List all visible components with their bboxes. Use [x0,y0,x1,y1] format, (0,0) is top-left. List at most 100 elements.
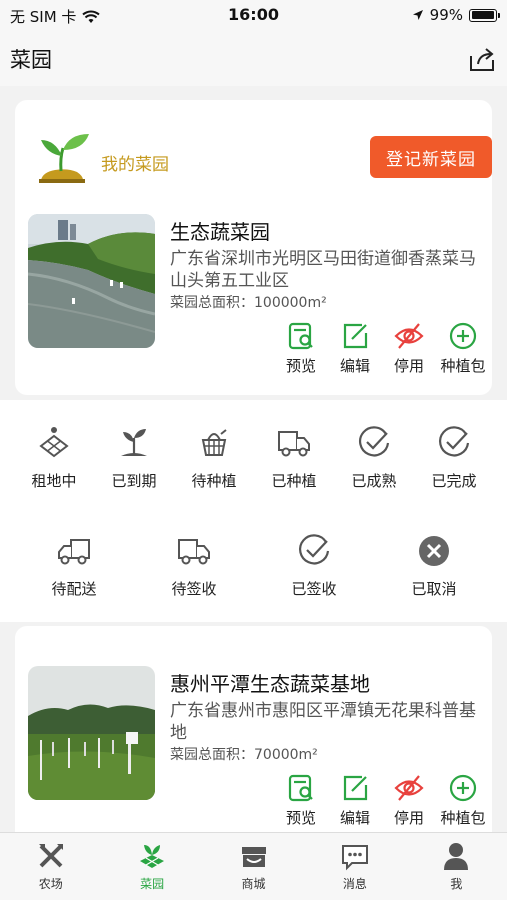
status-cancelled[interactable]: 已取消 [374,532,494,599]
status-ripe[interactable]: 已成熟 [334,424,414,491]
farm-photo-image [28,666,155,800]
status-label: 待种植 [191,472,237,490]
nav-bar: 菜园 [0,30,507,86]
garden-card: 我的菜园 登记新菜园 生态蔬菜园 广东省深圳市光明区马田街道御香蒸菜马山头第五工… [15,100,492,395]
battery-fill [471,11,495,19]
farm-tools-icon [38,844,63,868]
tab-label: 商城 [241,877,266,891]
planting-package-label: 种植包 [440,357,486,375]
status-label: 已签收 [291,580,337,598]
tab-label: 消息 [342,877,367,891]
solar-panel-icon [39,427,69,458]
tab-me[interactable]: 我 [406,833,507,900]
status-received[interactable]: 已签收 [254,532,374,599]
eye-off-icon [394,323,424,349]
disable-button[interactable]: 停用 [382,321,436,376]
edit-icon [343,775,368,801]
disable-label: 停用 [393,809,424,827]
status-completed[interactable]: 已完成 [414,424,494,491]
tab-farm[interactable]: 农场 [0,833,101,900]
check-circle-icon [439,426,470,457]
tab-messages[interactable]: 消息 [304,833,405,900]
preview-button[interactable]: 预览 [274,321,328,376]
tab-bar: 农场 菜园 商城 消息 我 [0,832,507,900]
status-label: 待配送 [51,580,97,598]
river-photo-image [28,214,155,348]
edit-icon [343,323,368,349]
edit-button[interactable]: 编辑 [328,773,382,828]
status-expired[interactable]: 已到期 [94,424,174,491]
message-icon [341,845,368,871]
check-circle-icon [299,534,330,565]
garden-photo [28,666,155,800]
garden-address: 广东省深圳市光明区马田街道御香蒸菜马山头第五工业区 [170,249,476,291]
edit-button[interactable]: 编辑 [328,321,382,376]
status-planted[interactable]: 已种植 [254,424,334,491]
tab-label: 农场 [38,877,63,891]
eye-off-icon [394,775,424,801]
garden-name: 生态蔬菜园 [170,220,270,244]
user-icon [444,843,469,870]
plus-circle-icon [449,322,477,350]
store-icon [241,847,266,867]
tab-garden[interactable]: 菜园 [101,833,202,900]
my-garden-label: 我的菜园 [101,154,169,175]
basket-icon [201,429,227,456]
edit-label: 编辑 [339,357,370,375]
battery-percent: 99% [429,6,463,24]
status-label: 已完成 [431,472,477,490]
my-garden-header: 我的菜园 [33,130,169,188]
truck-icon [278,431,310,457]
truck-icon [58,539,90,565]
tab-label: 我 [450,877,463,891]
register-garden-button[interactable]: 登记新菜园 [370,136,492,178]
preview-icon [288,774,313,802]
planting-package-button[interactable]: 种植包 [436,321,490,376]
garden-card: 惠州平潭生态蔬菜基地 广东省惠州市惠阳区平潭镇无花果科普基地 菜园总面积：700… [15,626,492,832]
status-pending-planting[interactable]: 待种植 [174,424,254,491]
status-pending-receipt[interactable]: 待签收 [134,532,254,599]
disable-label: 停用 [393,357,424,375]
garden-list[interactable]: 我的菜园 登记新菜园 生态蔬菜园 广东省深圳市光明区马田街道御香蒸菜马山头第五工… [0,86,507,832]
preview-button[interactable]: 预览 [274,773,328,828]
status-label: 已取消 [411,580,457,598]
location-arrow-icon [412,10,423,20]
disable-button[interactable]: 停用 [382,773,436,828]
battery-icon [469,8,500,22]
planting-package-label: 种植包 [440,809,486,827]
garden-photo [28,214,155,348]
garden-address: 广东省惠州市惠阳区平潭镇无花果科普基地 [170,701,476,743]
status-bar: 无 SIM 卡 16:00 99% [0,0,507,30]
status-label: 已种植 [271,472,317,490]
close-circle-icon [419,536,449,566]
status-renting[interactable]: 租地中 [14,424,94,491]
preview-label: 预览 [285,357,316,375]
garden-icon [140,845,165,868]
edit-label: 编辑 [339,809,370,827]
check-circle-icon [359,426,390,457]
plus-circle-icon [449,774,477,802]
status-label: 已成熟 [351,472,397,490]
status-right: 99% [412,6,500,24]
share-icon[interactable] [467,44,497,74]
status-pending-delivery[interactable]: 待配送 [14,532,134,599]
truck-icon [178,539,210,565]
garden-actions: 预览 编辑 停用 种植包 [274,773,490,828]
sprout-logo-icon [39,134,89,183]
preview-icon [288,322,313,350]
status-label: 已到期 [111,472,157,490]
planting-package-button[interactable]: 种植包 [436,773,490,828]
status-label: 租地中 [31,472,77,490]
garden-area: 菜园总面积：100000m² [170,295,327,311]
status-row-1: 租地中 已到期 待种植 已种植 已成熟 已完成 [0,424,507,491]
garden-area: 菜园总面积：70000m² [170,747,318,763]
garden-name: 惠州平潭生态蔬菜基地 [170,672,370,696]
tab-store[interactable]: 商城 [203,833,304,900]
tab-label: 菜园 [140,877,165,891]
garden-actions: 预览 编辑 停用 种植包 [274,321,490,376]
status-row-2: 待配送 待签收 已签收 已取消 [0,532,507,599]
page-title: 菜园 [10,48,52,72]
seedling-icon [121,429,147,456]
order-status-panel: 租地中 已到期 待种植 已种植 已成熟 已完成 待配送 待签收 已签收 已取消 [0,400,507,622]
preview-label: 预览 [285,809,316,827]
